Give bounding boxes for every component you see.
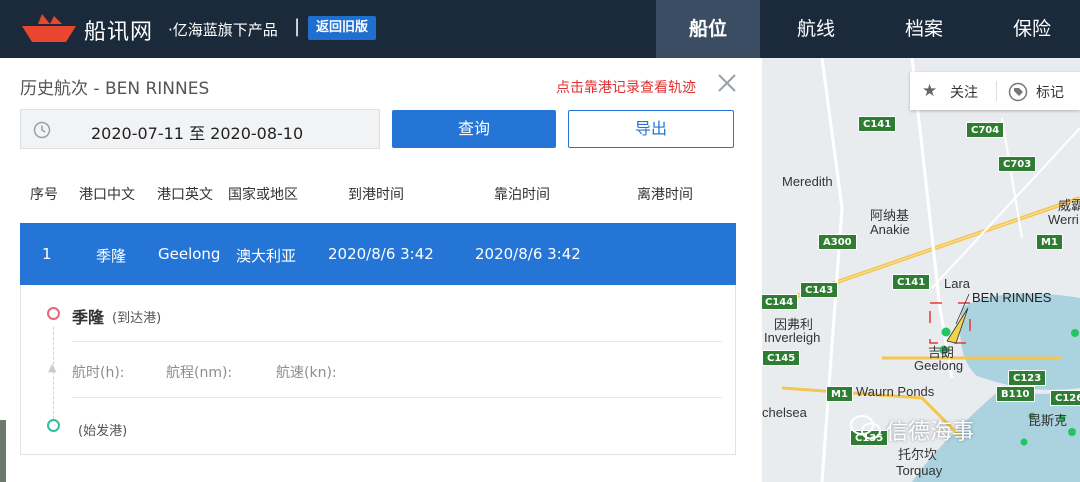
map-view[interactable]: Meredith 阿纳基 Anakie 威霸 Werri Lara 因弗利 In… (762, 58, 1080, 482)
cell-country: 澳大利亚 (236, 247, 297, 265)
arrival-port-tag: (到达港) (112, 311, 162, 326)
column-header-index: 序号 (30, 187, 58, 203)
place-label: Waurn Ponds (856, 384, 935, 399)
detail-divider (72, 341, 722, 342)
voyage-history-panel: 历史航次 - BEN RINNES 点击靠港记录查看轨迹 2020-07-11 … (0, 58, 762, 482)
star-icon: ★ (922, 81, 938, 101)
road-shield: C141 (858, 116, 897, 132)
place-label: Meredith (782, 174, 833, 189)
boat-logo-icon[interactable] (20, 12, 78, 44)
cell-index: 1 (42, 245, 52, 263)
road-shield: M1 (826, 386, 853, 402)
arrival-port-name: 季隆 (72, 308, 105, 327)
tab-ship-position[interactable]: 船位 (656, 0, 760, 58)
cell-port-cn: 季隆 (96, 247, 127, 265)
column-header-arrival: 到港时间 (348, 187, 404, 203)
column-header-port-cn: 港口中文 (79, 187, 135, 203)
panel-title: 历史航次 - BEN RINNES (20, 79, 210, 99)
map-toolbar: ★ 关注 标记 (910, 72, 1080, 110)
watermark-text: 信德海事 (886, 420, 975, 445)
brand-name[interactable]: 船讯网 (84, 14, 153, 46)
origin-port-dot (47, 419, 60, 432)
table-row[interactable]: 1 季隆 Geelong 澳大利亚 2020/8/6 3:42 2020/8/6… (20, 223, 736, 285)
date-range-picker[interactable]: 2020-07-11 至 2020-08-10 (20, 109, 380, 149)
road-shield: B110 (996, 386, 1035, 402)
road-shield: C703 (998, 156, 1037, 172)
road-shield: C123 (1008, 370, 1047, 386)
close-icon[interactable] (716, 72, 738, 94)
cell-port-en: Geelong (158, 245, 221, 263)
speed-label: 航速(kn): (276, 365, 337, 381)
place-label: Werri (1048, 212, 1079, 227)
road-shield: C704 (966, 122, 1005, 138)
road-shield: C141 (892, 274, 931, 290)
road-shield: C144 (762, 294, 799, 310)
cell-berth: 2020/8/6 3:42 (475, 245, 581, 263)
view-track-link[interactable]: 点击靠港记录查看轨迹 (556, 77, 696, 97)
old-version-button[interactable]: 返回旧版 (308, 16, 377, 40)
arrow-up-icon: ▲ (48, 361, 57, 374)
place-label: Inverleigh (764, 330, 821, 345)
tag-icon (1008, 82, 1028, 102)
origin-port-tag: (始发港) (78, 424, 128, 439)
road-shield: C143 (800, 282, 839, 298)
tab-insurance[interactable]: 保险 (980, 0, 1080, 58)
brand-separator: | (294, 16, 301, 37)
road-shield: A300 (818, 234, 857, 250)
toolbar-divider (996, 81, 997, 101)
column-header-departure: 离港时间 (637, 187, 693, 203)
distance-label: 航程(nm): (166, 365, 233, 381)
column-header-berth: 靠泊时间 (494, 187, 550, 203)
road-shield: C126 (1050, 390, 1080, 406)
cell-arrival: 2020/8/6 3:42 (328, 245, 434, 263)
place-label: chelsea (762, 405, 807, 420)
scroll-handle[interactable] (0, 420, 6, 482)
follow-button[interactable]: 关注 (950, 82, 978, 102)
brand-subtitle: ·亿海蓝旗下产品 (168, 21, 278, 39)
place-label: 托尔坎 (898, 447, 938, 462)
place-label: Lara (944, 276, 971, 291)
clock-icon (33, 121, 51, 139)
top-nav: 船讯网 ·亿海蓝旗下产品 | 返回旧版 船位 航线 档案 保险 (0, 0, 1080, 58)
place-label: Geelong (914, 358, 964, 373)
duration-label: 航时(h): (72, 365, 125, 381)
query-button[interactable]: 查询 (392, 110, 556, 148)
tab-routes[interactable]: 航线 (764, 0, 868, 58)
ship-name-label[interactable]: BEN RINNES (972, 290, 1051, 305)
place-label: 昆斯克 (1028, 413, 1068, 428)
arrival-port-dot (47, 307, 60, 320)
export-button[interactable]: 导出 (568, 110, 734, 148)
road-shield: M1 (1036, 234, 1063, 250)
column-header-country: 国家或地区 (228, 187, 298, 203)
mark-button[interactable]: 标记 (1036, 82, 1064, 102)
detail-divider (72, 397, 722, 398)
road-shield: C145 (762, 350, 801, 366)
date-range-value: 2020-07-11 至 2020-08-10 (91, 124, 304, 143)
place-label: Torquay (896, 463, 943, 478)
place-label: Anakie (870, 222, 910, 237)
wechat-icon (850, 415, 881, 440)
tab-archive[interactable]: 档案 (872, 0, 976, 58)
column-header-port-en: 港口英文 (157, 187, 213, 203)
